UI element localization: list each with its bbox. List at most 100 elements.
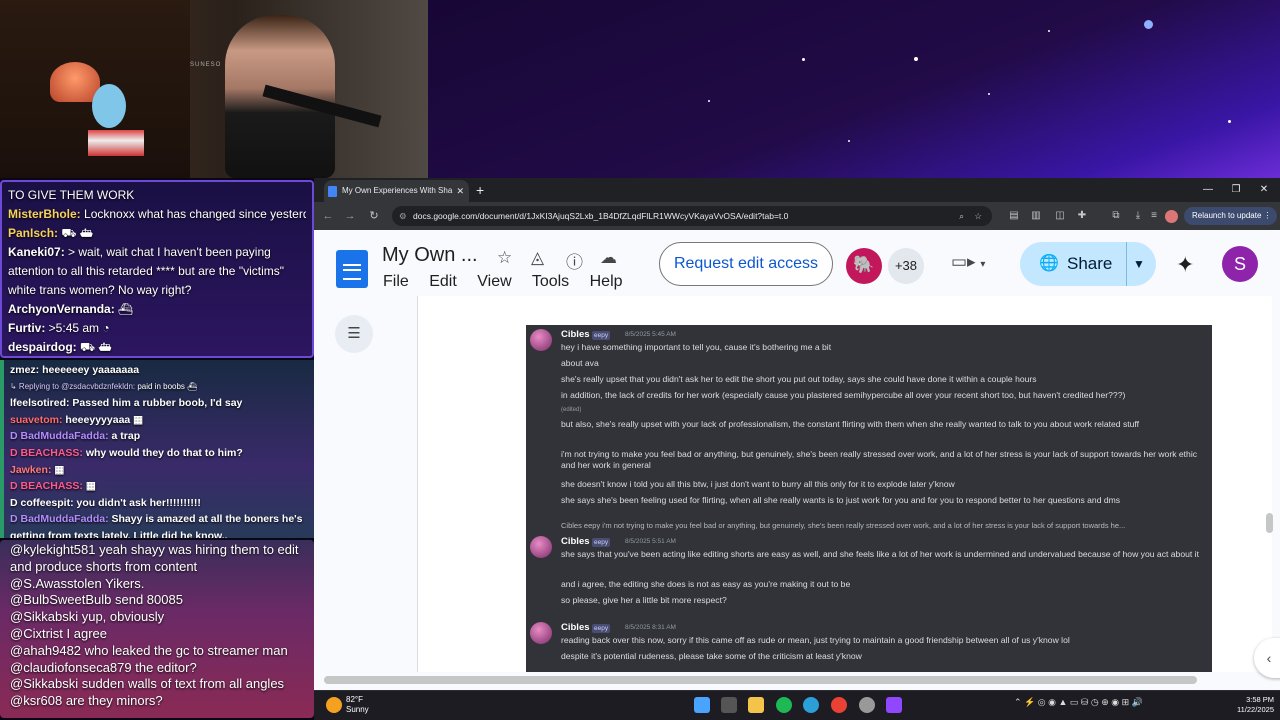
webcam-wall-sign: SUNESO [190,62,222,68]
gemini-icon[interactable]: ✦ [1176,252,1194,278]
chat-message: suavetom: heeeyyyyaaa ▦ [10,413,144,426]
horizontal-scrollbar[interactable] [324,676,1197,684]
url-bar[interactable]: ⚙ docs.google.com/document/d/1JxKI3AjuqS… [392,206,992,226]
app-icon[interactable] [886,697,902,713]
docs-logo-icon[interactable] [336,250,368,288]
avatar [530,536,552,558]
forward-button[interactable]: → [340,208,360,224]
extension-icon[interactable]: ▥ [1030,210,1042,222]
meet-icon[interactable]: ▭▸ ▾ [951,252,987,280]
star [708,100,710,102]
message-line: she says she's been feeling used for fli… [561,495,1121,505]
message-time: 8/5/2025 5:45 AM [625,331,676,338]
close-window-button[interactable]: ✕ [1250,178,1278,202]
star [914,57,918,61]
star-icon[interactable]: ☆ [497,248,512,268]
split-view-icon[interactable]: ⧉ [1110,210,1122,222]
chat-message: @S.Awasstolen Yikers. [10,575,145,591]
address-toolbar: ← → ↻ ⚙ docs.google.com/document/d/1JxKI… [314,202,1280,230]
temperature: 82°F [346,695,363,704]
menu-bar: File Edit View Tools Help [383,273,639,291]
star [1228,120,1231,123]
chat-message: ArchyonVernanda: ⛴ [8,302,134,316]
share-button[interactable]: 🌐 Share ▼ [1020,242,1156,286]
outline-icon[interactable]: ☰ [335,315,373,353]
vertical-scrollbar[interactable] [1266,513,1273,533]
menu-view[interactable]: View [477,273,511,290]
app-icon[interactable] [859,697,875,713]
stream-chat-bottom: @kylekight581 yeah shayy was hiring them… [0,540,314,718]
task-view-icon[interactable] [721,697,737,713]
info-icon[interactable]: ⓘ [566,248,583,273]
tab-bar: My Own Experiences With Sha ✕ + — ❐ ✕ [314,178,1280,202]
start-icon[interactable] [694,697,710,713]
message-line: in addition, the lack of credits for her… [561,390,1126,400]
chat-message: @Sikkabski sudden walls of text from all… [10,676,285,692]
chrome-icon[interactable] [831,697,847,713]
new-tab-button[interactable]: + [476,180,484,200]
system-tray[interactable]: ⌃ ⚡ ◎ ◉ ▲ ▭ ⛁ ◷ ⊕ ◉ ⊞ 🔊 [1014,697,1143,708]
zoom-icon[interactable]: ⌕ [959,206,964,226]
extension-icon[interactable]: ◫ [1054,210,1066,222]
webcam-feed: SUNESO [0,0,428,178]
star [802,58,805,61]
stream-chat-top: TO GIVE THEM WORK MisterBhole: Locknoxx … [0,180,314,358]
chevron-down-icon[interactable]: ▼ [1133,242,1145,286]
menu-help[interactable]: Help [590,273,623,290]
request-edit-access-button[interactable]: Request edit access [659,242,833,286]
profile-avatar[interactable] [1165,210,1178,223]
star [1144,20,1153,29]
minimize-button[interactable]: — [1194,178,1222,202]
bookmark-star-icon[interactable]: ☆ [974,206,982,226]
docs-tab-icon [328,186,337,197]
message-line: and i agree, the editing she does is not… [561,579,851,589]
message-time: 8/5/2025 5:51 AM [625,538,676,545]
menu-tools[interactable]: Tools [532,273,569,290]
globe-icon: 🌐 [1039,255,1059,272]
tab-title: My Own Experiences With Sha [342,186,453,195]
collaborator-avatar[interactable] [846,248,882,284]
message-line: she says that you've been acting like ed… [561,549,1199,559]
extension-icon[interactable]: ▤ [1008,210,1020,222]
chat-message: D BadMuddaFadda: Shayy is amazed at all … [10,513,303,526]
relaunch-button[interactable]: Relaunch to update ⋮ [1184,207,1278,225]
menu-edit[interactable]: Edit [429,273,457,290]
extensions-puzzle-icon[interactable]: ✚ [1076,210,1088,222]
document-title[interactable]: My Own ... [382,244,478,267]
edge-icon[interactable] [803,697,819,713]
maximize-button[interactable]: ❐ [1222,178,1250,202]
reload-button[interactable]: ↻ [364,208,384,224]
menu-file[interactable]: File [383,273,409,290]
user-avatar[interactable]: S [1222,246,1258,282]
message-author: Cibles [561,536,590,547]
star [988,93,990,95]
offline-icon[interactable]: ◬ [531,248,544,268]
url-text: docs.google.com/document/d/1JxKI3AjuqS2L… [413,211,789,221]
reply-preview[interactable]: Cibles eepy i'm not trying to make you f… [561,521,1125,530]
clock[interactable]: 3:58 PM 11/22/2025 [1214,695,1274,715]
chevron-down-icon: ▾ [980,259,986,270]
message-line: she's really upset that you didn't ask h… [561,374,1037,384]
chat-reply: ↳ Replying to @zsdacvbdznfekldn: paid in… [10,381,198,391]
download-icon[interactable]: ⤓ [1132,210,1144,222]
star [1048,30,1050,32]
docs-header: My Own ... ☆ ◬ ⓘ ☁ File Edit View Tools … [314,230,1280,296]
site-info-icon[interactable]: ⚙ [399,206,407,226]
file-explorer-icon[interactable] [748,697,764,713]
tab-docs[interactable]: My Own Experiences With Sha ✕ [324,180,469,202]
media-icon[interactable]: ≡ [1148,210,1160,222]
role-tag: eepy [592,538,611,547]
message-time: 8/5/2025 8:31 AM [625,624,676,631]
chat-message: @ksr608 are they minors? [10,693,163,709]
avatar [530,622,552,644]
chat-message: D BadMuddaFadda: a trap [10,430,141,443]
chat-message: Kaneki07: > wait, wait chat I haven't be… [8,245,284,297]
chat-message: lfeelsotired: Passed him a rubber boob, … [10,397,243,410]
close-tab-icon[interactable]: ✕ [456,180,464,202]
chat-message: D BEACHASS: why would they do that to hi… [10,446,243,459]
more-collaborators[interactable]: +38 [888,248,924,284]
chat-message: D BEACHASS: ▦ [10,480,96,493]
spotify-icon[interactable] [776,697,792,713]
back-button[interactable]: ← [318,208,338,224]
message-line: hey i have something important to tell y… [561,342,832,352]
